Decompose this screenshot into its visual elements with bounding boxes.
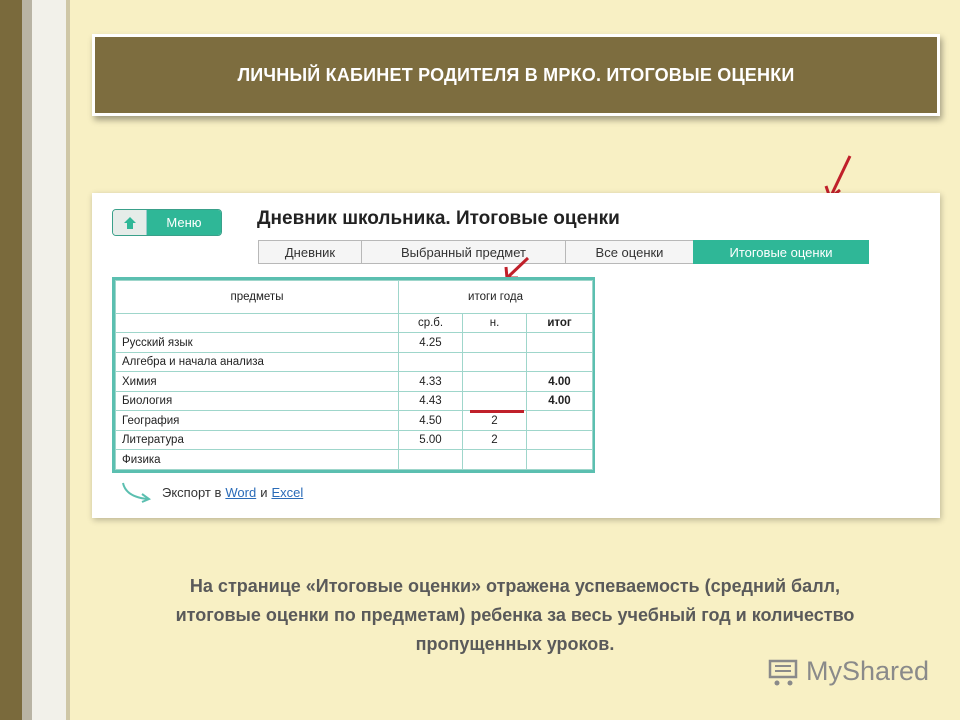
slide-title-bar: ЛИЧНЫЙ КАБИНЕТ РОДИТЕЛЯ В МРКО. ИТОГОВЫЕ… bbox=[92, 34, 940, 116]
slide-caption: На странице «Итоговые оценки» отражена у… bbox=[100, 572, 930, 659]
final-grades-table: предметы итоги года ср.б. н. итог Русски… bbox=[112, 277, 595, 473]
menu-button-label: Меню bbox=[147, 210, 221, 235]
avg-score: 4.43 bbox=[398, 390, 463, 412]
absences bbox=[462, 449, 527, 470]
absences bbox=[462, 332, 527, 353]
table-row: Русский язык 4.25 bbox=[115, 332, 593, 353]
avg-score: 4.50 bbox=[398, 410, 463, 431]
myshared-logo: MyShared bbox=[768, 656, 929, 687]
final-grade bbox=[526, 332, 593, 353]
tab-bar: Дневник Выбранный предмет Все оценки Ито… bbox=[258, 240, 869, 264]
home-icon bbox=[113, 210, 147, 235]
avg-score: 4.33 bbox=[398, 371, 463, 392]
diary-page-title: Дневник школьника. Итоговые оценки bbox=[257, 208, 620, 229]
tab-all-grades[interactable]: Все оценки bbox=[565, 240, 694, 264]
absences-header: н. bbox=[462, 312, 527, 334]
decor-stripe-light bbox=[32, 0, 66, 720]
export-and: и bbox=[260, 484, 268, 500]
subject-name: Русский язык bbox=[115, 332, 399, 353]
subject-name: Химия bbox=[115, 371, 399, 392]
curved-arrow-icon bbox=[122, 482, 152, 503]
logo-text: MyShared bbox=[806, 656, 930, 686]
avg-score-header: ср.б. bbox=[398, 312, 463, 334]
final-grade: 4.00 bbox=[526, 371, 593, 392]
year-results-header: итоги года bbox=[398, 280, 593, 314]
red-underline-mark bbox=[470, 410, 524, 413]
decor-stripe-dark bbox=[0, 0, 22, 720]
absences: 2 bbox=[462, 429, 527, 451]
table-row: Алгебра и начала анализа bbox=[115, 351, 593, 373]
final-grade-header: итог bbox=[526, 312, 593, 334]
decor-stripe-thin bbox=[66, 0, 70, 720]
decor-stripe-grey bbox=[22, 0, 32, 720]
absences bbox=[462, 371, 527, 392]
export-links: Экспорт в Word и Excel bbox=[120, 481, 303, 503]
subject-name: Биология bbox=[115, 390, 399, 412]
subject-name: Литература bbox=[115, 429, 399, 451]
table-row: Литература 5.00 2 bbox=[115, 429, 593, 451]
slide-title: ЛИЧНЫЙ КАБИНЕТ РОДИТЕЛЯ В МРКО. ИТОГОВЫЕ… bbox=[237, 64, 795, 85]
export-label: Экспорт в bbox=[162, 484, 222, 500]
table-row: Физика bbox=[115, 449, 593, 470]
subject-name: География bbox=[115, 410, 399, 431]
caption-line: итоговые оценки по предметам) ребенка за… bbox=[175, 605, 855, 625]
absences bbox=[462, 351, 527, 373]
absences: 2 bbox=[462, 410, 527, 431]
avg-score bbox=[398, 449, 463, 470]
final-grade: 4.00 bbox=[526, 390, 593, 412]
final-grade bbox=[526, 351, 593, 373]
final-grade bbox=[526, 449, 593, 470]
export-word-link[interactable]: Word bbox=[225, 485, 256, 500]
subject-name: Алгебра и начала анализа bbox=[115, 351, 399, 373]
cart-icon bbox=[768, 659, 798, 685]
caption-line: пропущенных уроков. bbox=[415, 634, 615, 654]
avg-score: 4.25 bbox=[398, 332, 463, 353]
screenshot-panel: Меню Дневник школьника. Итоговые оценки … bbox=[92, 193, 940, 518]
table-row: География 4.50 2 bbox=[115, 410, 593, 431]
table-row: Химия 4.33 4.00 bbox=[115, 371, 593, 392]
menu-button[interactable]: Меню bbox=[112, 209, 222, 236]
avg-score bbox=[398, 351, 463, 373]
caption-line: На странице «Итоговые оценки» отражена у… bbox=[189, 576, 841, 596]
tab-final-grades[interactable]: Итоговые оценки bbox=[693, 240, 869, 264]
absences bbox=[462, 390, 527, 412]
table-cell bbox=[115, 312, 399, 334]
subject-name: Физика bbox=[115, 449, 399, 470]
tab-diary[interactable]: Дневник bbox=[258, 240, 362, 264]
final-grade bbox=[526, 410, 593, 431]
final-grade bbox=[526, 429, 593, 451]
tab-selected-subject[interactable]: Выбранный предмет bbox=[361, 240, 566, 264]
avg-score: 5.00 bbox=[398, 429, 463, 451]
table-row: Биология 4.43 4.00 bbox=[115, 390, 593, 412]
subjects-header: предметы bbox=[115, 280, 399, 314]
export-excel-link[interactable]: Excel bbox=[271, 485, 303, 500]
